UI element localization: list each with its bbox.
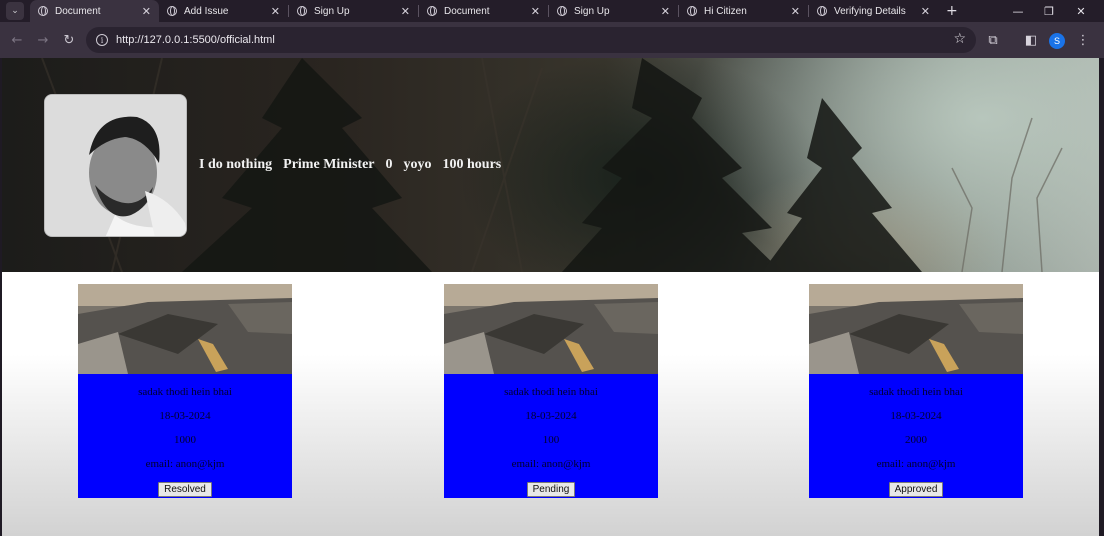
tab-title: Verifying Details bbox=[834, 5, 906, 17]
issue-card: sadak thodi hein bhai 18-03-2024 100 ema… bbox=[444, 284, 658, 498]
tab-title: Sign Up bbox=[314, 5, 350, 17]
browser-toolbar: ← → ↻ i http://127.0.0.1:5500/official.h… bbox=[0, 22, 1104, 58]
profile-avatar[interactable]: S bbox=[1049, 33, 1065, 49]
url-text[interactable]: http://127.0.0.1:5500/official.html bbox=[116, 34, 275, 46]
status-button[interactable]: Approved bbox=[888, 482, 944, 497]
tab-sign-up[interactable]: Sign Up ✕ bbox=[289, 0, 418, 22]
forward-arrow-icon[interactable]: → bbox=[31, 28, 55, 52]
issue-date: 18-03-2024 bbox=[890, 410, 942, 422]
reload-icon[interactable]: ↻ bbox=[57, 28, 81, 52]
issue-title: sadak thodi hein bhai bbox=[869, 386, 963, 398]
globe-icon bbox=[38, 6, 48, 16]
issue-card: sadak thodi hein bhai 18-03-2024 2000 em… bbox=[809, 284, 1023, 498]
profile-details: I do nothing Prime Minister 0 yoyo 100 h… bbox=[199, 157, 512, 173]
window-close-icon[interactable]: ✕ bbox=[1066, 0, 1096, 22]
issue-title: sadak thodi hein bhai bbox=[138, 386, 232, 398]
profile-bio: I do nothing bbox=[199, 157, 273, 172]
issue-date: 18-03-2024 bbox=[159, 410, 211, 422]
new-tab-plus-icon[interactable]: + bbox=[946, 3, 958, 19]
profile-role: Prime Minister bbox=[283, 157, 375, 172]
issue-email: email: anon@kjm bbox=[511, 458, 591, 470]
close-icon[interactable]: ✕ bbox=[271, 5, 280, 18]
status-button[interactable]: Pending bbox=[526, 482, 576, 497]
globe-icon bbox=[427, 6, 437, 16]
close-icon[interactable]: ✕ bbox=[791, 5, 800, 18]
issue-title: sadak thodi hein bhai bbox=[504, 386, 598, 398]
site-info-icon[interactable]: i bbox=[96, 34, 108, 46]
globe-icon bbox=[297, 6, 307, 16]
tab-title: Hi Citizen bbox=[704, 5, 747, 17]
close-icon[interactable]: ✕ bbox=[531, 5, 540, 18]
tab-verifying-details[interactable]: Verifying Details ✕ bbox=[809, 0, 938, 22]
profile-name: yoyo bbox=[403, 157, 432, 172]
issue-amount: 100 bbox=[542, 434, 560, 446]
issue-road-image bbox=[444, 284, 658, 374]
bookmark-star-icon[interactable]: ☆ bbox=[953, 31, 966, 47]
profile-hours: 100 hours bbox=[442, 157, 502, 172]
status-button[interactable]: Resolved bbox=[158, 482, 212, 497]
tab-document-2[interactable]: Document ✕ bbox=[419, 0, 548, 22]
tab-title: Add Issue bbox=[184, 5, 229, 17]
page-viewport: I do nothing Prime Minister 0 yoyo 100 h… bbox=[2, 58, 1099, 536]
issue-amount: 2000 bbox=[905, 434, 927, 446]
close-icon[interactable]: ✕ bbox=[142, 5, 151, 18]
profile-banner: I do nothing Prime Minister 0 yoyo 100 h… bbox=[2, 58, 1099, 272]
restore-icon[interactable]: ❐ bbox=[1034, 0, 1064, 22]
profile-photo bbox=[44, 94, 187, 237]
side-panel-icon[interactable]: ◧ bbox=[1021, 30, 1041, 50]
globe-icon bbox=[167, 6, 177, 16]
tab-document[interactable]: Document ✕ bbox=[30, 0, 159, 22]
tab-strip: ⌄ Document ✕ Add Issue ✕ Sign Up ✕ Docum… bbox=[0, 0, 1104, 22]
issue-details: sadak thodi hein bhai 18-03-2024 100 ema… bbox=[444, 374, 658, 498]
issue-road-image bbox=[78, 284, 292, 374]
close-icon[interactable]: ✕ bbox=[661, 5, 670, 18]
tab-add-issue[interactable]: Add Issue ✕ bbox=[159, 0, 288, 22]
close-icon[interactable]: ✕ bbox=[401, 5, 410, 18]
globe-icon bbox=[687, 6, 697, 16]
back-arrow-icon[interactable]: ← bbox=[5, 28, 29, 52]
globe-icon bbox=[557, 6, 567, 16]
issue-date: 18-03-2024 bbox=[525, 410, 577, 422]
menu-dots-icon[interactable]: ⋮ bbox=[1073, 30, 1093, 50]
globe-icon bbox=[817, 6, 827, 16]
issue-details: sadak thodi hein bhai 18-03-2024 2000 em… bbox=[809, 374, 1023, 498]
tab-search-chevron-icon[interactable]: ⌄ bbox=[6, 2, 24, 20]
address-bar[interactable]: i http://127.0.0.1:5500/official.html ☆ bbox=[86, 27, 976, 53]
extensions-icon[interactable]: ⧉ bbox=[983, 30, 1003, 50]
issue-card: sadak thodi hein bhai 18-03-2024 1000 em… bbox=[78, 284, 292, 498]
issue-details: sadak thodi hein bhai 18-03-2024 1000 em… bbox=[78, 374, 292, 498]
tab-sign-up-2[interactable]: Sign Up ✕ bbox=[549, 0, 678, 22]
issue-road-image bbox=[809, 284, 1023, 374]
tab-hi-citizen[interactable]: Hi Citizen ✕ bbox=[679, 0, 808, 22]
minimize-icon[interactable]: — bbox=[1003, 0, 1033, 22]
issue-email: email: anon@kjm bbox=[145, 458, 225, 470]
tab-title: Sign Up bbox=[574, 5, 610, 17]
close-icon[interactable]: ✕ bbox=[921, 5, 930, 18]
profile-count: 0 bbox=[385, 157, 393, 172]
tab-title: Document bbox=[444, 5, 490, 17]
tab-title: Document bbox=[55, 5, 101, 17]
issue-email: email: anon@kjm bbox=[876, 458, 956, 470]
